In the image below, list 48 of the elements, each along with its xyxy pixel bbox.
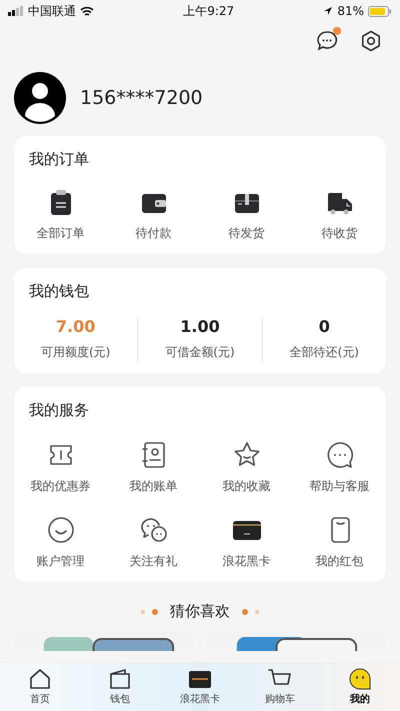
signal-icon [8,6,24,16]
section-title: 我的服务 [28,401,90,420]
stat-value: 1.00 [180,317,220,336]
wallet-icon [108,668,132,690]
stat-value: 7.00 [56,317,96,336]
service-shortcut[interactable]: 我的红包 [293,515,386,570]
wifi-icon [80,6,94,16]
battery-icon [368,6,392,16]
stat-label: 全部待还(元) [290,344,359,361]
tab[interactable]: 浪花黑卡 [160,663,240,711]
tab[interactable]: 首页 [0,663,80,711]
settings-icon[interactable] [360,30,382,52]
service-shortcut[interactable]: 我的收藏 [200,440,293,495]
dots-icon [140,608,160,614]
chat-icon [316,30,338,52]
section-title: 猜你喜欢 [170,602,230,621]
chat-bubbles-icon [138,515,168,545]
order-shortcut[interactable]: 待付款 [107,189,200,242]
chat-icon [324,440,354,470]
battery-percent: 81% [337,4,364,18]
avatar[interactable] [14,72,66,124]
card-icon [188,668,212,690]
order-shortcut[interactable]: 待收货 [293,189,386,242]
service-shortcut[interactable]: 我的账单 [107,440,200,495]
dots-icon [240,608,260,614]
smile-icon [46,515,76,545]
location-arrow-icon [323,6,334,16]
stat-label: 可借金额(元) [165,344,235,361]
service-shortcut[interactable]: 账户管理 [14,515,107,570]
carrier-name: 中国联通 [28,2,76,20]
home-icon [28,668,52,690]
phone-number: 156****7200 [80,87,203,109]
section-title: 我的订单 [28,150,90,169]
order-shortcut[interactable]: 待发货 [200,189,293,242]
face-icon [348,668,372,690]
order-shortcut[interactable]: 全部订单 [14,189,107,242]
tab[interactable]: 我的 [320,663,400,711]
section-title: 我的钱包 [28,282,90,301]
tab[interactable]: 钱包 [80,663,160,711]
service-shortcut[interactable]: 帮助与客服 [293,440,386,495]
tab[interactable]: 购物车 [240,663,320,711]
service-shortcut[interactable]: 浪花黑卡 [200,515,293,570]
message-button[interactable] [316,30,338,52]
stat-value: 0 [318,317,330,336]
clock-time: 上午9:27 [183,2,234,20]
service-shortcut[interactable]: 关注有礼 [107,515,200,570]
stat-label: 可用额度(元) [40,344,110,361]
service-shortcut[interactable]: 我的优惠券 [14,440,107,495]
